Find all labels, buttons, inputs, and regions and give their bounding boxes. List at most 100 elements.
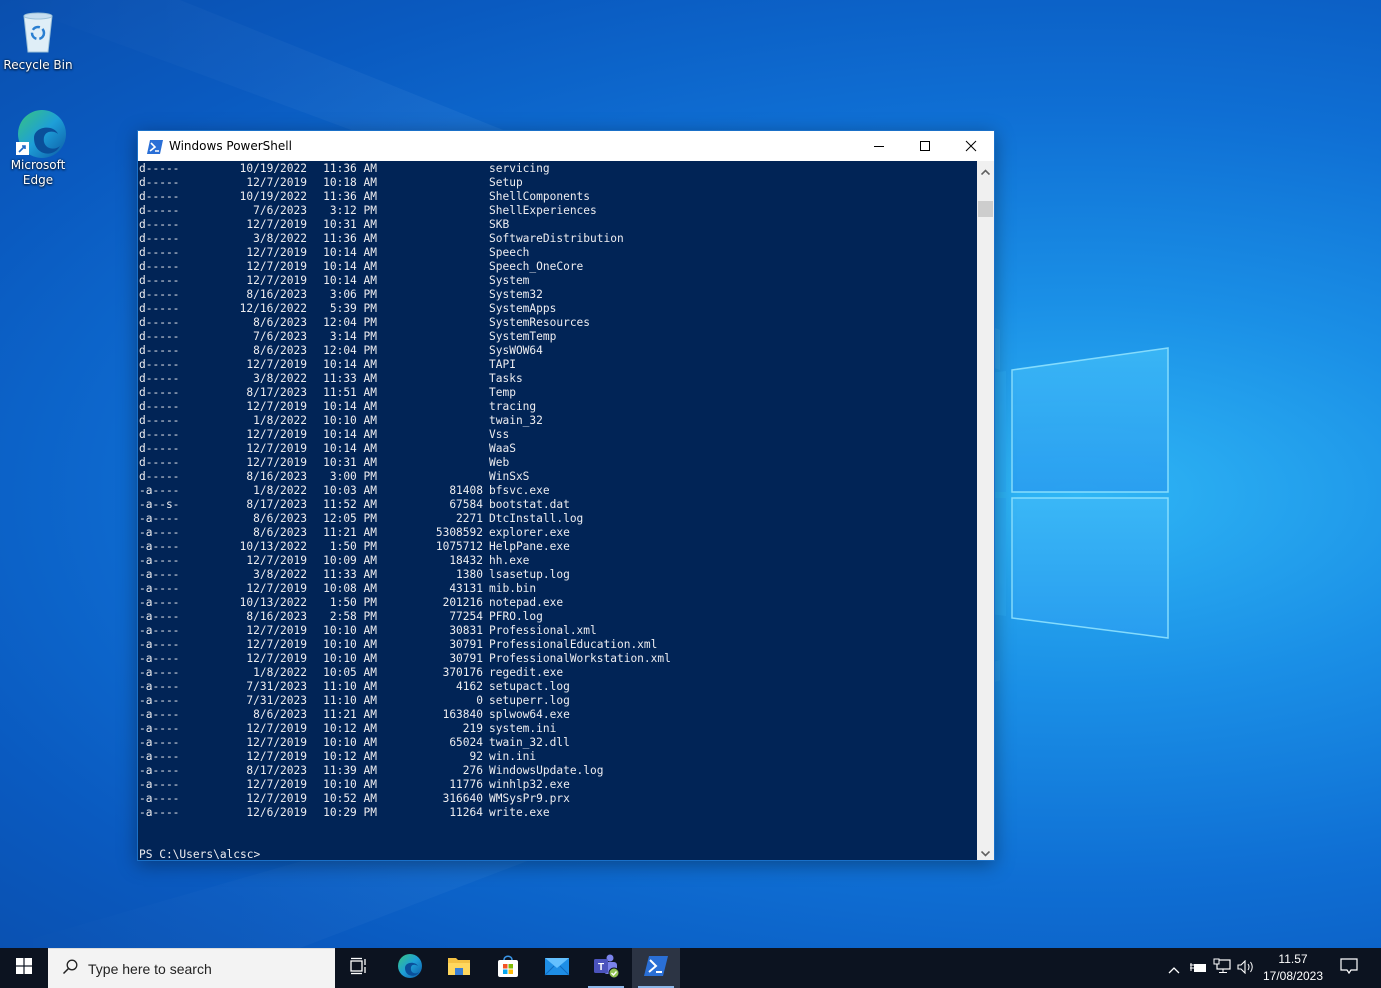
edge-icon xyxy=(397,953,423,983)
name-cell: Setup xyxy=(489,176,523,189)
time-cell: 10:10 AM xyxy=(323,624,377,637)
scroll-thumb[interactable] xyxy=(978,201,993,217)
name-cell: tracing xyxy=(489,400,537,413)
teams-icon: T xyxy=(592,953,620,983)
length-cell: 67584 xyxy=(449,498,483,511)
time-cell: 10:52 AM xyxy=(323,792,377,805)
name-cell: SystemResources xyxy=(489,316,591,329)
window-title: Windows PowerShell xyxy=(169,139,292,153)
chevron-up-icon xyxy=(1168,959,1180,978)
scroll-up-button[interactable] xyxy=(977,161,994,178)
name-cell: explorer.exe xyxy=(489,526,570,539)
console-prompt[interactable]: PS C:\Users\alcsc> xyxy=(139,848,260,860)
time-cell: 11:36 AM xyxy=(323,232,377,245)
name-cell: HelpPane.exe xyxy=(489,540,570,553)
search-box[interactable]: Type here to search xyxy=(48,948,335,988)
date-cell: 3/8/2022 xyxy=(253,568,307,581)
minimize-button[interactable] xyxy=(856,131,902,161)
date-cell: 12/7/2019 xyxy=(246,442,307,455)
date-cell: 12/7/2019 xyxy=(246,358,307,371)
time-cell: 10:08 AM xyxy=(323,582,377,595)
time-cell: 12:04 PM xyxy=(323,344,377,357)
time-cell: 10:14 AM xyxy=(323,246,377,259)
date-cell: 12/7/2019 xyxy=(246,554,307,567)
name-cell: SysWOW64 xyxy=(489,344,543,357)
battery-tray-button[interactable] xyxy=(1186,948,1210,988)
vertical-scrollbar[interactable] xyxy=(977,161,994,860)
taskbar-microsoft-store[interactable] xyxy=(484,948,532,988)
time-cell: 11:21 AM xyxy=(323,526,377,539)
name-cell: hh.exe xyxy=(489,554,530,567)
name-cell: PFRO.log xyxy=(489,610,543,623)
name-cell: Speech xyxy=(489,246,530,259)
taskbar-powershell[interactable] xyxy=(632,948,680,988)
time-cell: 10:09 AM xyxy=(323,554,377,567)
name-cell: WaaS xyxy=(489,442,516,455)
maximize-icon xyxy=(919,137,931,156)
name-cell: Tasks xyxy=(489,372,523,385)
maximize-button[interactable] xyxy=(902,131,948,161)
date-cell: 12/7/2019 xyxy=(246,792,307,805)
date-cell: 12/7/2019 xyxy=(246,456,307,469)
date-cell: 7/31/2023 xyxy=(246,694,307,707)
length-cell: 18432 xyxy=(449,554,483,567)
name-cell: ProfessionalEducation.xml xyxy=(489,638,658,651)
date-cell: 12/7/2019 xyxy=(246,400,307,413)
scroll-down-button[interactable] xyxy=(977,843,994,860)
action-center-button[interactable] xyxy=(1332,948,1366,988)
time-cell: 11:36 AM xyxy=(323,162,377,175)
date-cell: 10/19/2022 xyxy=(239,190,307,203)
time-cell: 10:14 AM xyxy=(323,274,377,287)
start-button[interactable] xyxy=(0,948,48,988)
time-cell: 10:10 AM xyxy=(323,638,377,651)
wallpaper-windows-logo xyxy=(990,340,1180,650)
powershell-window[interactable]: Windows PowerShell d----- 10/19/2022 11:36… xyxy=(137,130,995,861)
time-cell: 11:33 AM xyxy=(323,568,377,581)
name-cell: setupact.log xyxy=(489,680,570,693)
time-cell: 10:05 AM xyxy=(323,666,377,679)
time-cell: 12:05 PM xyxy=(323,512,377,525)
desktop-icon-recycle-bin[interactable]: Recycle Bin xyxy=(0,8,76,73)
chevron-down-icon xyxy=(980,842,991,861)
taskbar-file-explorer[interactable] xyxy=(435,948,483,988)
date-cell: 7/6/2023 xyxy=(253,204,307,217)
time-cell: 11:36 AM xyxy=(323,190,377,203)
system-clock[interactable]: 11.57 17/08/2023 xyxy=(1258,948,1328,988)
date-cell: 12/7/2019 xyxy=(246,652,307,665)
time-cell: 3:00 PM xyxy=(329,470,377,483)
date-cell: 3/8/2022 xyxy=(253,232,307,245)
length-cell: 316640 xyxy=(442,792,483,805)
date-cell: 12/7/2019 xyxy=(246,722,307,735)
name-cell: SystemTemp xyxy=(489,330,557,343)
name-cell: bootstat.dat xyxy=(489,498,570,511)
length-cell: 163840 xyxy=(442,708,483,721)
taskbar-task-view[interactable] xyxy=(335,948,383,988)
date-cell: 8/17/2023 xyxy=(246,386,307,399)
taskbar-teams[interactable]: T xyxy=(582,948,630,988)
time-cell: 3:12 PM xyxy=(329,204,377,217)
time-cell: 10:10 AM xyxy=(323,736,377,749)
volume-icon xyxy=(1237,959,1255,978)
desktop-icon-edge[interactable]: Microsoft Edge xyxy=(0,108,76,188)
name-cell: ProfessionalWorkstation.xml xyxy=(489,652,671,665)
time-cell: 11:39 AM xyxy=(323,764,377,777)
time-cell: 2:58 PM xyxy=(329,610,377,623)
console-output[interactable]: d----- 10/19/2022 11:36 AM servicing d----- 1… xyxy=(138,161,977,860)
time-cell: 5:39 PM xyxy=(329,302,377,315)
taskbar-edge[interactable] xyxy=(386,948,434,988)
taskbar-mail[interactable] xyxy=(533,948,581,988)
time-cell: 3:06 PM xyxy=(329,288,377,301)
name-cell: SoftwareDistribution xyxy=(489,232,624,245)
time-cell: 10:31 AM xyxy=(323,218,377,231)
volume-tray-button[interactable] xyxy=(1234,948,1258,988)
date-cell: 8/6/2023 xyxy=(253,526,307,539)
time-cell: 12:04 PM xyxy=(323,316,377,329)
show-hidden-icons-button[interactable] xyxy=(1164,948,1184,988)
mail-icon xyxy=(544,956,570,980)
close-button[interactable] xyxy=(948,131,994,161)
network-tray-button[interactable] xyxy=(1210,948,1234,988)
name-cell: twain_32.dll xyxy=(489,736,570,749)
window-titlebar[interactable]: Windows PowerShell xyxy=(138,131,994,161)
recycle-bin-icon xyxy=(14,8,62,56)
date-cell: 8/16/2023 xyxy=(246,470,307,483)
